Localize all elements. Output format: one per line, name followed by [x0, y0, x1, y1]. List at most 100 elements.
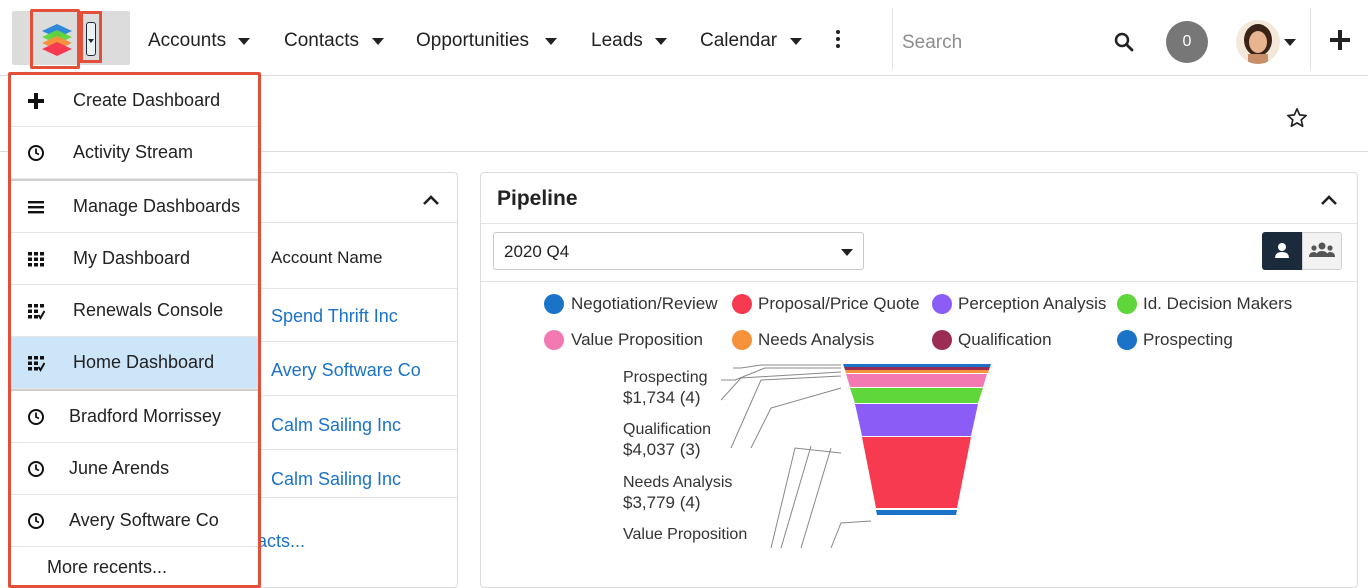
divider [241, 497, 457, 498]
legend-item[interactable]: Id. Decision Makers [1143, 294, 1292, 314]
divider [892, 8, 893, 70]
clock-icon [28, 409, 44, 425]
funnel-label: Prospecting [623, 369, 708, 386]
menu-item-create-dashboard[interactable]: Create Dashboard [11, 75, 258, 127]
legend-swatch[interactable] [932, 330, 952, 350]
nav-item-calendar[interactable]: Calendar [700, 30, 777, 52]
legend-item[interactable]: Value Proposition [571, 330, 703, 350]
funnel-slice-value-proposition[interactable] [846, 374, 987, 387]
more-contacts-link[interactable]: acts... [257, 531, 305, 552]
column-header-account-name[interactable]: Account Name [271, 248, 383, 268]
divider [481, 281, 1357, 282]
nav-item-leads[interactable]: Leads [591, 30, 643, 52]
menu-item-label: Bradford Morrissey [69, 406, 222, 426]
user-icon [1275, 243, 1289, 258]
team-pipeline-button[interactable] [1302, 232, 1342, 270]
period-select-value: 2020 Q4 [504, 242, 570, 261]
accounts-dashlet: Account Name Spend Thrift Inc Avery Soft… [240, 172, 458, 588]
table-row-link[interactable]: Calm Sailing Inc [271, 469, 401, 490]
quick-create-plus-icon[interactable] [1330, 30, 1350, 50]
grid-check-icon [28, 304, 45, 320]
menu-item-recent[interactable]: Bradford Morrissey [11, 391, 258, 443]
menu-item-label: Renewals Console [73, 300, 224, 320]
notifications-badge[interactable]: 0 [1166, 21, 1208, 63]
funnel-value: $1,734 (4) [623, 388, 701, 407]
pipeline-dashlet: Pipeline 2020 Q4 Negotiation/Review Prop… [480, 172, 1358, 588]
menu-item-label: Home Dashboard [73, 352, 215, 372]
menu-item-renewals-console[interactable]: Renewals Console [11, 285, 258, 337]
search-icon[interactable] [1114, 32, 1134, 52]
divider [481, 223, 1357, 224]
divider [1310, 8, 1311, 70]
more-modules-icon[interactable] [836, 30, 840, 48]
legend-item[interactable]: Qualification [958, 330, 1052, 350]
menu-item-recent[interactable]: June Arends [11, 443, 258, 495]
legend-item[interactable]: Prospecting [1143, 330, 1233, 350]
menu-item-label: Manage Dashboards [73, 196, 241, 216]
chevron-down-icon[interactable] [655, 38, 667, 45]
table-row-link[interactable]: Calm Sailing Inc [271, 415, 401, 436]
chevron-down-icon[interactable] [545, 38, 557, 45]
divider [241, 288, 457, 289]
nav-item-opportunities[interactable]: Opportunities [416, 30, 529, 52]
menu-item-my-dashboard[interactable]: My Dashboard [11, 233, 258, 285]
chevron-down-icon [841, 249, 853, 256]
legend-item[interactable]: Negotiation/Review [571, 294, 717, 314]
funnel-slice-proposal-price-quote[interactable] [862, 437, 971, 508]
period-select[interactable]: 2020 Q4 [493, 232, 864, 270]
user-avatar[interactable] [1236, 20, 1280, 64]
legend-item[interactable]: Proposal/Price Quote [758, 294, 920, 314]
menu-item-label: More recents... [47, 557, 168, 577]
nav-item-accounts[interactable]: Accounts [148, 30, 226, 52]
chevron-down-icon[interactable] [790, 38, 802, 45]
funnel-value: $3,779 (4) [623, 493, 701, 512]
table-row-link[interactable]: Avery Software Co [271, 360, 421, 381]
legend-swatch[interactable] [1117, 330, 1137, 350]
legend-item[interactable]: Perception Analysis [958, 294, 1106, 314]
legend-swatch[interactable] [544, 294, 564, 314]
chevron-down-icon[interactable] [238, 38, 250, 45]
menu-item-manage-dashboards[interactable]: Manage Dashboards [11, 181, 258, 233]
my-pipeline-button[interactable] [1262, 232, 1302, 270]
clock-icon [28, 513, 44, 529]
logo-highlight-box [30, 9, 80, 69]
divider [241, 341, 457, 342]
legend-swatch[interactable] [1117, 294, 1137, 314]
menu-item-activity-stream[interactable]: Activity Stream [11, 127, 258, 179]
grid-icon [28, 252, 44, 267]
favorite-star-icon[interactable] [1286, 107, 1308, 129]
legend-swatch[interactable] [932, 294, 952, 314]
pipeline-funnel-chart[interactable] [721, 358, 1001, 548]
global-search-input[interactable]: Search [902, 32, 962, 54]
funnel-slice-needs-analysis[interactable] [845, 370, 989, 373]
chevron-down-icon[interactable] [372, 38, 384, 45]
chevron-down-icon[interactable] [1284, 39, 1296, 46]
funnel-slice-negotiation-review[interactable] [876, 510, 957, 515]
menu-item-more-recents[interactable]: More recents... [11, 547, 258, 585]
plus-icon [28, 93, 44, 109]
funnel-slice-qualification[interactable] [844, 367, 990, 370]
legend-swatch[interactable] [732, 294, 752, 314]
legend-item[interactable]: Needs Analysis [758, 330, 874, 350]
dashlet-header [241, 173, 457, 223]
funnel-slice-id-decision-makers[interactable] [850, 388, 983, 403]
nav-item-contacts[interactable]: Contacts [284, 30, 359, 52]
chevron-up-icon[interactable] [423, 195, 439, 205]
users-icon [1309, 242, 1335, 257]
clock-icon [28, 145, 44, 161]
legend-swatch[interactable] [544, 330, 564, 350]
list-icon [28, 201, 44, 214]
funnel-slice-perception-analysis[interactable] [855, 404, 978, 436]
legend-swatch[interactable] [732, 330, 752, 350]
menu-item-label: Activity Stream [73, 142, 194, 162]
divider [241, 449, 457, 450]
dashboards-menu: Create Dashboard Activity Stream Manage … [8, 72, 261, 588]
table-row-link[interactable]: Spend Thrift Inc [271, 306, 398, 327]
funnel-slice-prospecting[interactable] [843, 364, 991, 367]
grid-check-icon [28, 356, 45, 372]
chevron-up-icon[interactable] [1321, 195, 1337, 205]
menu-item-home-dashboard[interactable]: Home Dashboard [11, 337, 258, 389]
menu-item-label: June Arends [69, 458, 170, 478]
chevron-down-icon [86, 22, 96, 56]
menu-item-recent[interactable]: Avery Software Co [11, 495, 258, 547]
